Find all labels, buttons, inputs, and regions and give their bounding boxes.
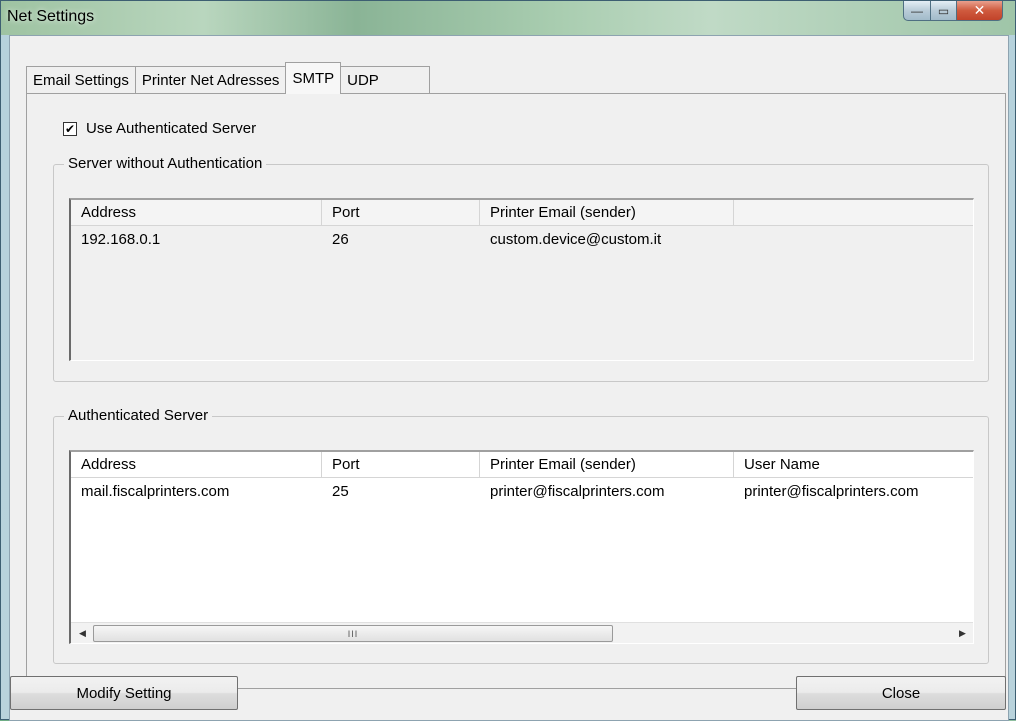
column-address[interactable]: Address xyxy=(71,200,322,226)
smtp-tab-panel: ✔ Use Authenticated Server Server withou… xyxy=(26,93,1006,689)
scroll-left-button[interactable]: ◀ xyxy=(74,625,91,642)
maximize-button[interactable]: ▭ xyxy=(931,1,957,21)
close-icon: ✕ xyxy=(973,2,986,18)
column-port[interactable]: Port xyxy=(322,200,480,226)
horizontal-scrollbar[interactable]: ◀ III ▶ xyxy=(71,622,973,643)
cell-printer-email: custom.device@custom.it xyxy=(490,230,662,248)
title-bar[interactable]: Net Settings — ▭ ✕ xyxy=(1,1,1015,35)
scroll-thumb[interactable]: III xyxy=(93,625,613,642)
server-without-auth-group: Server without Authentication Address Po… xyxy=(53,155,989,382)
minimize-button[interactable]: — xyxy=(903,1,931,21)
cell-printer-email: printer@fiscalprinters.com xyxy=(490,482,665,500)
column-port[interactable]: Port xyxy=(322,452,480,478)
cell-address: mail.fiscalprinters.com xyxy=(81,482,230,500)
window-title: Net Settings xyxy=(7,8,95,25)
column-printer-email[interactable]: Printer Email (sender) xyxy=(480,452,734,478)
list-header: Address Port Printer Email (sender) xyxy=(71,200,973,226)
scroll-right-button[interactable]: ▶ xyxy=(954,625,971,642)
column-user-name[interactable]: User Name xyxy=(734,452,973,478)
cell-address: 192.168.0.1 xyxy=(81,230,161,248)
server-without-auth-label: Server without Authentication xyxy=(64,155,267,172)
column-filler xyxy=(734,200,973,226)
net-settings-window: Net Settings — ▭ ✕ Email Settings Printe… xyxy=(0,0,1016,721)
close-button[interactable]: Close xyxy=(796,676,1006,710)
scroll-right-icon: ▶ xyxy=(959,628,966,638)
authenticated-server-group: Authenticated Server Address Port Printe… xyxy=(53,407,989,664)
list-header: Address Port Printer Email (sender) User… xyxy=(71,452,973,478)
minimize-icon: — xyxy=(911,3,923,18)
maximize-icon: ▭ xyxy=(937,3,950,18)
grip-icon: III xyxy=(347,628,359,639)
cell-port: 26 xyxy=(332,230,349,248)
tab-email-settings[interactable]: Email Settings xyxy=(26,66,136,94)
authenticated-server-label: Authenticated Server xyxy=(64,407,213,424)
close-window-button[interactable]: ✕ xyxy=(957,1,1003,21)
tab-udp[interactable]: UDP xyxy=(340,66,430,94)
column-address[interactable]: Address xyxy=(71,452,322,478)
cell-port: 25 xyxy=(332,482,349,500)
tab-smtp[interactable]: SMTP xyxy=(285,62,342,94)
server-without-auth-list[interactable]: Address Port Printer Email (sender) 192.… xyxy=(69,198,974,361)
dialog-client-area: Email Settings Printer Net Adresses SMTP… xyxy=(9,35,1009,721)
tab-strip: Email Settings Printer Net Adresses SMTP… xyxy=(26,62,430,94)
authenticated-server-list[interactable]: Address Port Printer Email (sender) User… xyxy=(69,450,974,644)
window-controls: — ▭ ✕ xyxy=(903,1,1003,23)
use-authenticated-server-checkbox[interactable]: ✔ xyxy=(63,121,77,136)
cell-user-name: printer@fiscalprinters.com xyxy=(744,482,919,500)
checkmark-icon: ✔ xyxy=(64,121,76,136)
tab-printer-net-adresses[interactable]: Printer Net Adresses xyxy=(134,66,287,94)
use-authenticated-server-row[interactable]: ✔ Use Authenticated Server xyxy=(63,120,256,137)
modify-setting-button[interactable]: Modify Setting xyxy=(10,676,238,710)
scroll-left-icon: ◀ xyxy=(79,628,86,638)
table-row[interactable]: 192.168.0.1 26 custom.device@custom.it xyxy=(71,227,734,251)
table-row[interactable]: mail.fiscalprinters.com 25 printer@fisca… xyxy=(71,479,973,503)
column-printer-email[interactable]: Printer Email (sender) xyxy=(480,200,734,226)
use-authenticated-server-label: Use Authenticated Server xyxy=(86,120,257,137)
